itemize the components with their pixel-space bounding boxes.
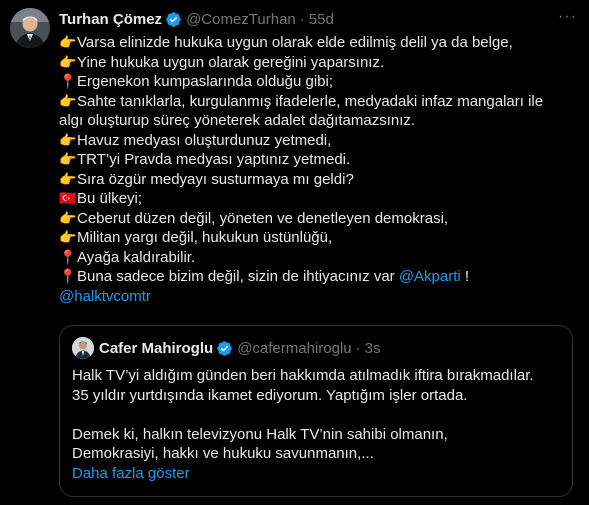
author-name[interactable]: Turhan Çömez — [59, 11, 162, 28]
tweet-line: 📍Ergenekon kumpaslarında olduğu gibi; — [59, 72, 577, 92]
line-text: Ayağa kaldırabilir. — [77, 248, 196, 266]
pointing-hand-icon: 👉 — [59, 209, 77, 226]
separator-dot: · — [299, 10, 305, 28]
quoted-author-handle: @cafermahiroglu — [237, 339, 352, 357]
pointing-hand-icon: 👉 — [59, 131, 77, 148]
pin-icon: 📍 — [59, 268, 77, 284]
verified-badge-icon — [217, 340, 232, 356]
quoted-line: 35 yıldır yurtdışında ikamet ediyorum. Y… — [72, 386, 468, 404]
quoted-tweet-timestamp: 3s — [364, 339, 381, 357]
quoted-tweet[interactable]: Cafer Mahiroglu @cafermahiroglu · 3s Hal… — [59, 325, 573, 497]
line-text: algı oluşturup süreç yöneterek adalet da… — [59, 112, 416, 129]
tweet[interactable]: Turhan Çömez @ComezTurhan · 55d ··· 👉Var… — [0, 0, 589, 505]
line-text: Sahte tanıklarla, kurgulanmış ifadelerle… — [77, 92, 544, 110]
quoted-line: Demek ki, halkın televizyonu Halk TV’nin… — [72, 425, 448, 443]
pointing-hand-icon: 👉 — [59, 151, 77, 167]
tweet-line: 👉Ceberut düzen değil, yöneten ve denetle… — [59, 209, 577, 229]
more-options-icon[interactable]: ··· — [558, 9, 577, 25]
line-text: Sıra özgür medyayı susturmaya mı geldi? — [77, 170, 354, 188]
tweet-line: 📍Buna sadece bizim değil, sizin de ihtiy… — [59, 267, 577, 287]
tweet-line: 🇹🇷Bu ülkeyi; — [59, 189, 577, 209]
quoted-author-avatar — [72, 337, 94, 359]
tweet-line: 👉TRT’yi Pravda medyası yaptınız yetmedi. — [59, 150, 577, 170]
tweet-line: 👉Yine hukuka uygun olarak gereğini yapar… — [59, 53, 577, 73]
quoted-author-name: Cafer Mahiroglu — [99, 339, 214, 357]
quoted-line: Demokrasiyi, hakkı ve hukuku savunmanın,… — [72, 445, 374, 462]
tweet-line: 👉Sahte tanıklarla, kurgulanmış ifadelerl… — [59, 92, 577, 112]
mention-akparti-link[interactable]: @Akparti — [399, 268, 461, 285]
quoted-tweet-text: Halk TV’yi aldığım günden beri hakkımda … — [72, 366, 560, 483]
pointing-hand-icon: 👉 — [59, 229, 77, 245]
pin-icon: 📍 — [59, 73, 77, 89]
line-text: Varsa elinizde hukuka uygun olarak elde … — [77, 34, 513, 51]
line-text: Buna sadece bizim değil, sizin de ihtiya… — [77, 268, 399, 285]
turkey-flag-icon: 🇹🇷 — [59, 190, 77, 206]
tweet-line: 👉Havuz medyası oluşturdunuz yetmedi, — [59, 131, 577, 151]
line-text: Bu ülkeyi; — [77, 190, 143, 207]
author-avatar[interactable] — [10, 8, 50, 48]
pin-icon: 📍 — [59, 248, 77, 265]
separator-dot: · — [355, 339, 361, 357]
tweet-line: 👉Sıra özgür medyayı susturmaya mı geldi? — [59, 170, 577, 190]
tweet-header: Turhan Çömez @ComezTurhan · 55d ··· — [59, 9, 577, 29]
pointing-hand-icon: 👉 — [59, 92, 77, 109]
quoted-tweet-header: Cafer Mahiroglu @cafermahiroglu · 3s — [72, 337, 560, 359]
tweet-line: @halktvcomtr — [59, 287, 577, 307]
tweet-timestamp[interactable]: 55d — [309, 11, 334, 28]
pointing-hand-icon: 👉 — [59, 170, 77, 187]
tweet-line: 👉Varsa elinizde hukuka uygun olarak elde… — [59, 33, 577, 53]
line-text: Militan yargı değil, hukukun üstünlüğü, — [77, 229, 333, 246]
tweet-text: 👉Varsa elinizde hukuka uygun olarak elde… — [59, 33, 577, 306]
line-text: Havuz medyası oluşturdunuz yetmedi, — [77, 131, 332, 149]
line-text: Ergenekon kumpaslarında olduğu gibi; — [77, 73, 334, 90]
show-more-link[interactable]: Daha fazla göster — [72, 464, 560, 484]
verified-badge-icon — [166, 11, 181, 27]
line-suffix: ! — [460, 268, 470, 285]
pointing-hand-icon: 👉 — [59, 53, 77, 70]
line-text: TRT’yi Pravda medyası yaptınız yetmedi. — [77, 151, 351, 168]
tweet-line: 👉Militan yargı değil, hukukun üstünlüğü, — [59, 228, 577, 248]
tweet-content: Turhan Çömez @ComezTurhan · 55d ··· 👉Var… — [59, 9, 577, 306]
pointing-hand-icon: 👉 — [59, 34, 77, 50]
tweet-line: algı oluşturup süreç yöneterek adalet da… — [59, 111, 577, 131]
quoted-line: Halk TV’yi aldığım günden beri hakkımda … — [72, 367, 534, 384]
tweet-line: 📍Ayağa kaldırabilir. — [59, 248, 577, 268]
line-text: Ceberut düzen değil, yöneten ve denetley… — [77, 209, 449, 227]
mention-halktvcomtr-link[interactable]: @halktvcomtr — [59, 288, 151, 305]
author-handle[interactable]: @ComezTurhan — [186, 11, 296, 28]
line-text: Yine hukuka uygun olarak gereğini yapars… — [77, 53, 385, 71]
